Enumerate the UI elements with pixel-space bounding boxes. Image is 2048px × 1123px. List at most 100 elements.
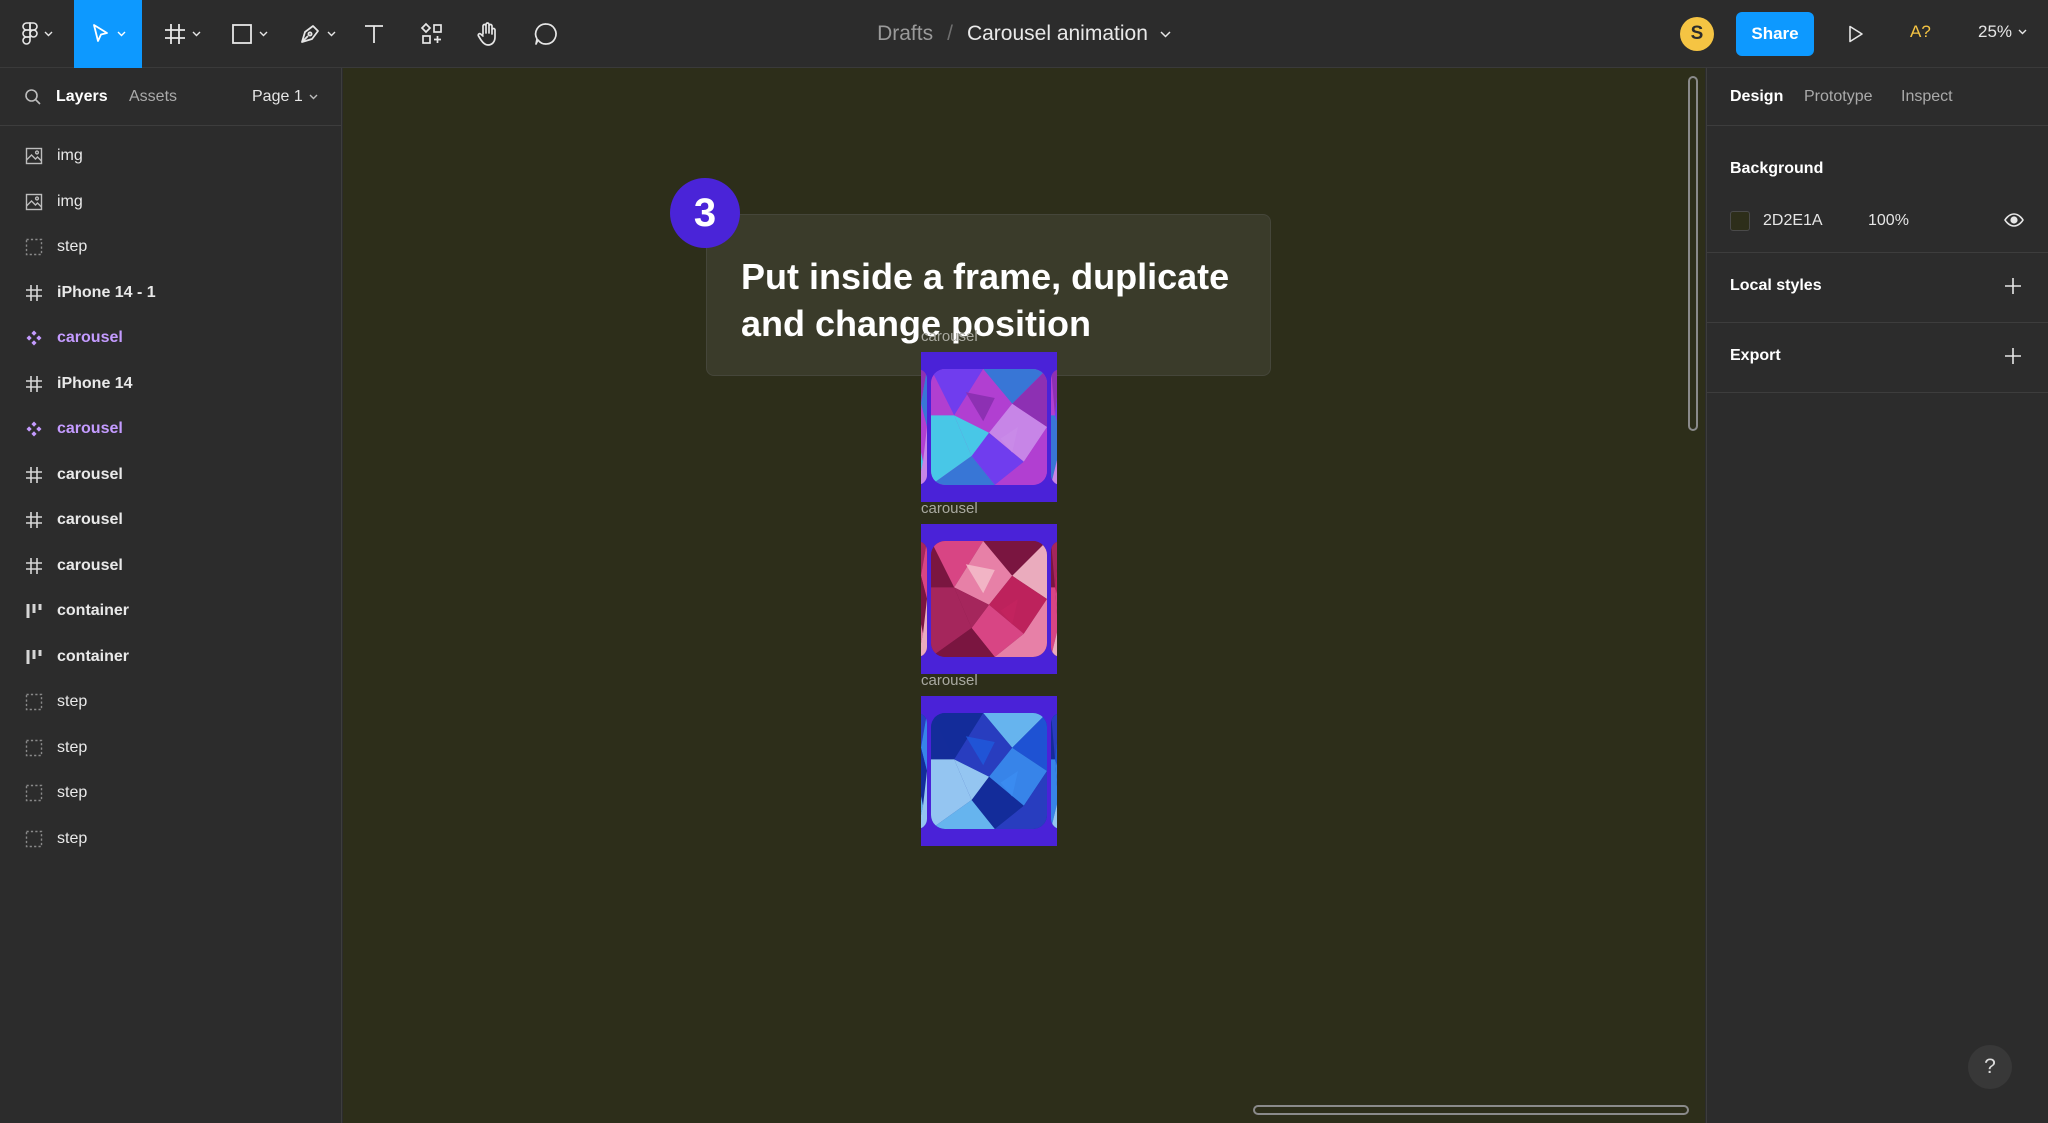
layer-item[interactable]: container — [0, 635, 342, 680]
frame-icon — [24, 283, 44, 303]
page-selector[interactable]: Page 1 — [252, 88, 318, 106]
layer-item[interactable]: step — [0, 225, 342, 270]
layer-item[interactable]: img — [0, 180, 342, 225]
layer-item[interactable]: step — [0, 726, 342, 771]
chevron-down-icon — [1160, 30, 1171, 38]
frame-label[interactable]: carousel — [921, 328, 978, 345]
page-name: Page 1 — [252, 88, 303, 105]
layer-item[interactable]: iPhone 14 — [0, 362, 342, 407]
chevron-down-icon — [192, 31, 200, 37]
cursor-icon — [92, 24, 108, 42]
background-hex-input[interactable]: 2D2E1A — [1763, 212, 1823, 230]
frame-label[interactable]: carousel — [921, 500, 978, 517]
carousel-image-previous — [921, 541, 927, 657]
layer-item[interactable]: img — [0, 134, 342, 179]
background-opacity-input[interactable]: 100% — [1868, 212, 1909, 230]
help-button[interactable]: ? — [1968, 1045, 2012, 1089]
chevron-down-icon — [44, 31, 52, 37]
eye-icon[interactable] — [2004, 212, 2024, 228]
text-icon — [365, 25, 383, 43]
file-name-menu[interactable]: Carousel animation — [967, 22, 1171, 46]
step-text: Put inside a frame, duplicate and change… — [741, 256, 1230, 344]
image-icon — [24, 146, 44, 166]
frame-label[interactable]: carousel — [921, 672, 978, 689]
carousel-frame[interactable] — [921, 524, 1057, 674]
canvas[interactable]: Put inside a frame, duplicate and change… — [343, 68, 1705, 1123]
resources-icon — [420, 22, 442, 44]
auto-layout-icon — [24, 647, 44, 667]
layer-name: container — [57, 647, 130, 665]
user-avatar[interactable]: S — [1680, 17, 1714, 51]
carousel-image-next — [1051, 713, 1057, 829]
carousel-image-next — [1051, 541, 1057, 657]
frame-tool-button[interactable] — [156, 0, 208, 68]
group-icon — [24, 237, 44, 257]
horizontal-scrollbar[interactable] — [1253, 1105, 1689, 1115]
text-tool-button[interactable] — [358, 0, 390, 68]
move-tool-button[interactable] — [74, 0, 142, 68]
hand-tool-button[interactable] — [472, 0, 504, 68]
local-styles-section: Local styles — [1707, 253, 2048, 323]
background-section: Background 2D2E1A 100% — [1707, 126, 2048, 253]
frame-icon — [24, 510, 44, 530]
background-title: Background — [1730, 160, 1824, 177]
carousel-frame[interactable] — [921, 696, 1057, 846]
layer-item[interactable]: step — [0, 680, 342, 725]
layer-item[interactable]: iPhone 14 - 1 — [0, 271, 342, 316]
layer-name: iPhone 14 — [57, 374, 133, 392]
tab-prototype[interactable]: Prototype — [1804, 88, 1872, 106]
chevron-down-icon — [309, 94, 318, 100]
tab-assets[interactable]: Assets — [129, 88, 177, 106]
add-export-icon[interactable] — [2004, 347, 2022, 365]
local-styles-title: Local styles — [1730, 277, 1822, 294]
layer-item[interactable]: carousel — [0, 316, 342, 361]
component-icon — [24, 328, 44, 348]
chevron-down-icon — [117, 31, 125, 37]
layer-item[interactable]: carousel — [0, 498, 342, 543]
tab-design[interactable]: Design — [1730, 88, 1783, 106]
carousel-image-previous — [921, 369, 927, 485]
layer-name: carousel — [57, 556, 123, 574]
layer-item[interactable]: step — [0, 771, 342, 816]
shape-tool-button[interactable] — [224, 0, 274, 68]
layer-name: step — [57, 238, 88, 255]
layer-item[interactable]: step — [0, 817, 342, 862]
group-icon — [24, 829, 44, 849]
figma-logo-icon — [21, 22, 38, 45]
step-number-badge[interactable]: 3 — [670, 178, 740, 248]
share-button[interactable]: Share — [1736, 12, 1814, 56]
layer-name: step — [57, 829, 88, 847]
background-color-swatch[interactable] — [1730, 211, 1750, 231]
layer-name: iPhone 14 - 1 — [57, 283, 156, 301]
layer-name: step — [57, 738, 88, 756]
comment-tool-button[interactable] — [530, 0, 562, 68]
layers-panel: Layers Assets Page 1 img img step iPhone 14… — [0, 68, 342, 1123]
accessibility-button[interactable]: A? — [1910, 22, 1931, 42]
group-icon — [24, 738, 44, 758]
layer-name: carousel — [57, 511, 123, 528]
breadcrumb-drafts[interactable]: Drafts — [877, 22, 933, 46]
add-style-icon[interactable] — [2004, 277, 2022, 295]
layer-name: carousel — [57, 465, 123, 483]
present-button[interactable] — [1842, 20, 1870, 48]
resources-button[interactable] — [416, 0, 448, 68]
main-menu-button[interactable] — [14, 0, 60, 68]
export-title: Export — [1730, 347, 1781, 364]
zoom-menu[interactable]: 25% — [1978, 22, 2027, 42]
comment-icon — [534, 23, 557, 45]
frame-icon — [24, 374, 44, 394]
layer-item[interactable]: carousel — [0, 544, 342, 589]
carousel-image — [931, 541, 1047, 657]
layer-item[interactable]: carousel — [0, 407, 342, 452]
layer-name: container — [57, 602, 130, 619]
tab-layers[interactable]: Layers — [56, 88, 108, 106]
layer-item[interactable]: container — [0, 589, 342, 634]
carousel-frame[interactable] — [921, 352, 1057, 502]
pen-tool-button[interactable] — [292, 0, 342, 68]
tab-inspect[interactable]: Inspect — [1901, 88, 1953, 106]
layer-item[interactable]: carousel — [0, 453, 342, 498]
search-icon[interactable] — [24, 88, 42, 106]
chevron-down-icon — [2018, 29, 2027, 35]
frame-icon — [24, 556, 44, 576]
vertical-scrollbar[interactable] — [1688, 76, 1698, 431]
